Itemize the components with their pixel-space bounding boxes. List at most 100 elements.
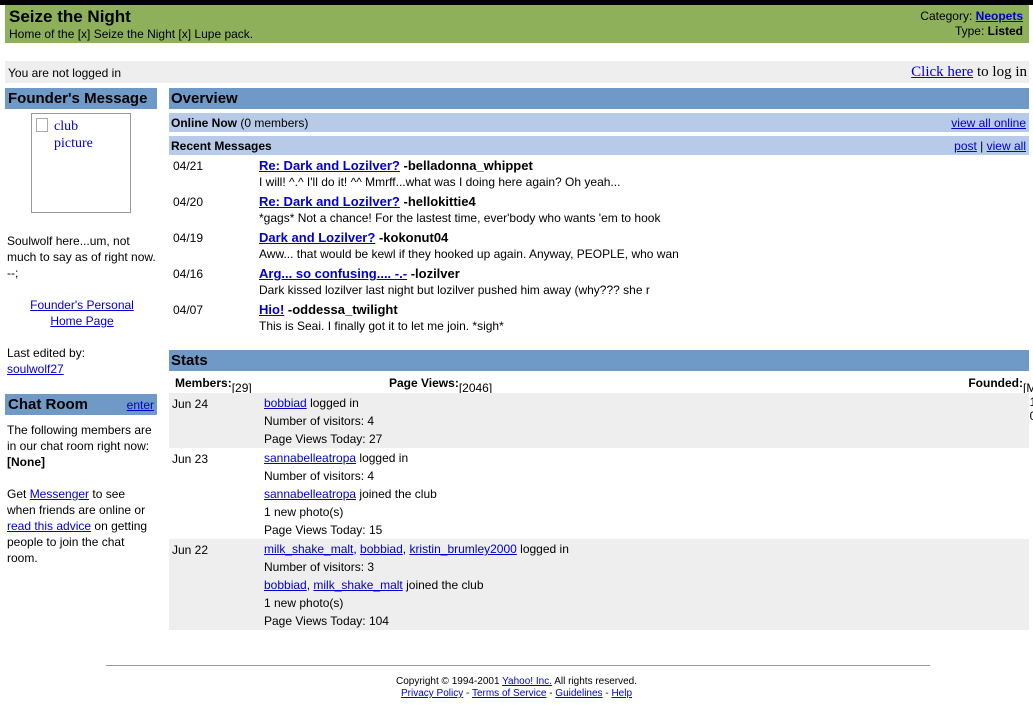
last-edited-user-link[interactable]: soulwolf27 [7, 362, 64, 376]
message-date: 04/07 [173, 303, 204, 317]
messenger-link[interactable]: Messenger [30, 487, 89, 501]
category-label: Category: [920, 9, 973, 23]
club-subtitle: Home of the [x] Seize the Night [x] Lupe… [9, 27, 254, 41]
online-label: Online Now [171, 116, 237, 130]
main-content: Overview Online Now (0 members) view all… [169, 88, 1033, 630]
club-picture-alt: club picture [54, 119, 93, 151]
message-subject-link[interactable]: Dark and Lozilver? [259, 230, 375, 245]
overview-header: Overview [169, 88, 1029, 109]
new-photos: 1 new photo(s) [264, 505, 344, 519]
message-subject-link[interactable]: Re: Dark and Lozilver? [259, 158, 400, 173]
terms-link[interactable]: Terms of Service [472, 688, 546, 699]
founder-message: Soulwolf here...um, not much to say as o… [7, 234, 156, 280]
messages-list: 04/21 Re: Dark and Lozilver? -belladonna… [169, 155, 1029, 335]
message-preview: This is Seai. I finally got it to let me… [259, 319, 504, 333]
login-prompt: Click here to log in [911, 64, 1027, 81]
message-author: -oddessa_twilight [287, 302, 398, 317]
message-author: -belladonna_whippet [403, 158, 533, 173]
message-date: 04/21 [173, 159, 204, 173]
recent-messages-bar: Recent Messages post | view all [169, 136, 1029, 155]
pageviews-label: Page Views: [389, 376, 459, 390]
view-all-online-link[interactable]: view all online [951, 116, 1026, 130]
founder-homepage-link[interactable]: Founder's Personal Home Page [23, 297, 141, 329]
club-picture: club picture [31, 113, 131, 213]
founder-header: Founder's Message [5, 88, 157, 109]
activity-day: Jun 24 bobbiad logged in Number of visit… [169, 393, 1029, 448]
message-author: -hellokittie4 [403, 194, 476, 209]
login-text: logged in [359, 451, 409, 465]
activity-date: Jun 22 [172, 543, 209, 557]
member-link[interactable]: bobbiad [360, 542, 403, 556]
member-link[interactable]: kristin_brumley2000 [409, 542, 516, 556]
page-views-today: Page Views Today: 104 [264, 614, 389, 628]
online-now: Online Now (0 members) [171, 116, 308, 130]
visitor-count: Number of visitors: 3 [264, 560, 375, 574]
founder-title: Founder's Message [8, 90, 148, 107]
online-count: (0 members) [240, 116, 309, 130]
member-link[interactable]: sannabelleatropa [264, 487, 356, 501]
message-preview: Aww... that would be kewl if they hooked… [259, 247, 679, 261]
activity-day: Jun 23 sannabelleatropa logged in Number… [169, 448, 1029, 539]
message-subject-link[interactable]: Arg... so confusing.... -.- [259, 266, 407, 281]
stats-summary: Members: [29] Page Views: [2046] Founded… [169, 371, 1033, 423]
chat-get: Get [7, 487, 27, 501]
message-date: 04/20 [173, 195, 204, 209]
type-value: Listed [987, 24, 1023, 38]
member-link[interactable]: milk_shake_malt [264, 542, 353, 556]
login-link[interactable]: Click here [911, 64, 973, 80]
page-views-today: Page Views Today: 15 [264, 523, 383, 537]
message-subject-link[interactable]: Hio! [259, 302, 284, 317]
message-item: 04/21 Re: Dark and Lozilver? -belladonna… [169, 155, 1029, 191]
yahoo-link[interactable]: Yahoo! Inc. [502, 676, 552, 687]
message-subject-link[interactable]: Re: Dark and Lozilver? [259, 194, 400, 209]
members-label: Members: [175, 376, 232, 390]
message-date: 04/16 [173, 267, 204, 281]
activity-date: Jun 23 [172, 452, 209, 466]
message-item: 04/19 Dark and Lozilver? -kokonut04 Aww.… [169, 227, 1029, 263]
view-all-messages-link[interactable]: view all [987, 139, 1026, 153]
last-edited-label: Last edited by: [7, 346, 86, 360]
chat-enter-link[interactable]: enter [127, 398, 154, 412]
login-text: logged in [310, 396, 359, 410]
post-link[interactable]: post [954, 139, 977, 153]
rights-text: All rights reserved. [554, 676, 638, 687]
login-text: logged in [520, 542, 569, 556]
chat-help: Get Messenger to see when friends are on… [7, 486, 157, 566]
copyright-text: Copyright © 1994-2001 [395, 676, 500, 687]
login-suffix: to log in [976, 64, 1027, 80]
advice-link[interactable]: read this advice [7, 519, 91, 533]
message-item: 04/07 Hio! -oddessa_twilight This is Sea… [169, 299, 1029, 335]
join-text: joined the club [359, 487, 437, 501]
club-meta: Category: Neopets Type: Listed [920, 9, 1023, 39]
member-link[interactable]: sannabelleatropa [264, 451, 356, 465]
stats-header: Stats [169, 350, 1029, 371]
member-link[interactable]: bobbiad [264, 578, 307, 592]
visitor-count: Number of visitors: 4 [264, 469, 375, 483]
message-author: -kokonut04 [378, 230, 449, 245]
help-link[interactable]: Help [611, 688, 632, 699]
activity-day: Jun 22 milk_shake_malt, bobbiad, kristin… [169, 539, 1029, 630]
chat-intro: The following members are in our chat ro… [7, 423, 152, 453]
category-link[interactable]: Neopets [976, 9, 1023, 23]
message-date: 04/19 [173, 231, 204, 245]
message-preview: *gags* Not a chance! For the lastest tim… [259, 211, 661, 225]
club-title: Seize the Night [9, 7, 131, 26]
broken-image-icon [36, 118, 48, 132]
member-link[interactable]: milk_shake_malt [313, 578, 402, 592]
recent-label: Recent Messages [171, 139, 272, 153]
member-link[interactable]: bobbiad [264, 396, 307, 410]
message-item: 04/20 Re: Dark and Lozilver? -hellokitti… [169, 191, 1029, 227]
founded-label: Founded: [968, 376, 1023, 390]
guidelines-link[interactable]: Guidelines [555, 688, 602, 699]
activity-date: Jun 24 [172, 397, 209, 411]
message-item: 04/16 Arg... so confusing.... -.- -lozil… [169, 263, 1029, 299]
footer: Copyright © 1994-2001 Yahoo! Inc. All ri… [395, 676, 638, 699]
message-preview: Dark kissed lozilver last night but lozi… [259, 283, 650, 297]
new-photos: 1 new photo(s) [264, 596, 344, 610]
message-preview: I will! ^.^ I'll do it! ^^ Mmrff...what … [259, 175, 621, 189]
privacy-policy-link[interactable]: Privacy Policy [401, 688, 463, 699]
visitor-count: Number of visitors: 4 [264, 414, 375, 428]
chat-header: Chat Room enter [5, 394, 157, 415]
footer-divider [106, 665, 930, 666]
message-author: -lozilver [410, 266, 460, 281]
